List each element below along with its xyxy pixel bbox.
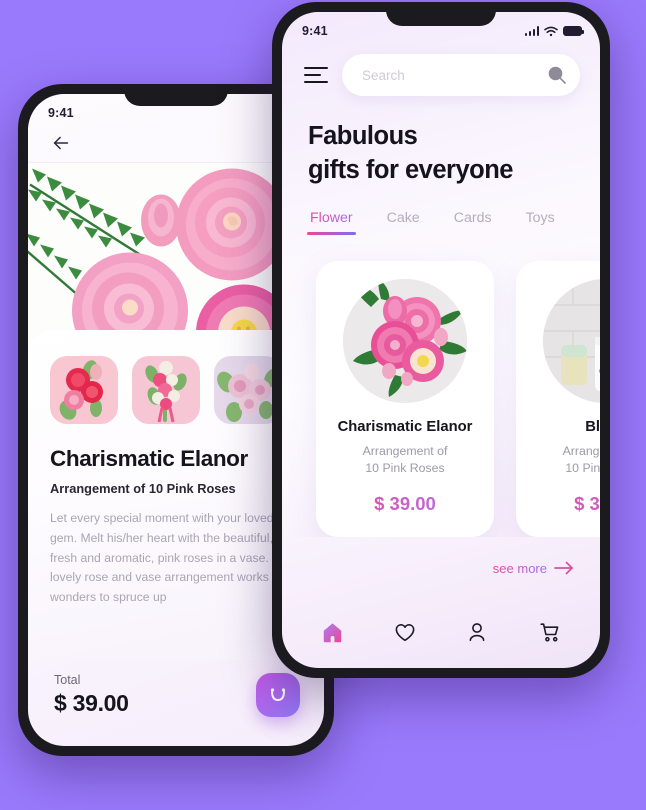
- product-description: Arrangement of 10 Pink Roses: [530, 443, 600, 478]
- home-phone: 9:41 Search Fabulous gifts for everyone …: [272, 2, 610, 678]
- back-arrow-icon[interactable]: [50, 132, 72, 154]
- cart-icon: [540, 623, 559, 642]
- product-image: [343, 278, 467, 403]
- thumbnail-row: [50, 356, 302, 424]
- product-description-line-1: Arrangement of: [562, 443, 600, 458]
- detail-product-description: Let every special moment with your loved…: [50, 511, 298, 605]
- add-to-bag-button[interactable]: [256, 673, 300, 717]
- headline-line-1: Fabulous: [308, 122, 418, 150]
- detail-phone-notch: [124, 84, 228, 106]
- tab-cake[interactable]: Cake: [387, 210, 420, 235]
- search-bar[interactable]: [342, 54, 580, 96]
- product-image: [543, 278, 600, 403]
- product-card[interactable]: Charismatic Elanor Arrangement of 10 Pin…: [316, 260, 494, 537]
- category-tabs: Flower Cake Cards Toys: [282, 188, 600, 235]
- home-icon: [323, 622, 341, 642]
- status-icons: [524, 26, 585, 37]
- see-more-label: see more: [492, 560, 547, 576]
- product-name: Black: [585, 418, 600, 435]
- product-name: Charismatic Elanor: [337, 418, 473, 435]
- see-more-link[interactable]: see more: [282, 537, 600, 576]
- signal-bars-icon: [524, 26, 539, 36]
- heart-icon: [395, 624, 415, 642]
- headline-line-2: gifts for everyone: [308, 155, 513, 184]
- home-top-bar: [282, 44, 600, 96]
- product-price: $ 39.00: [330, 493, 480, 515]
- product-description-line-2: 10 Pink Roses: [365, 461, 445, 476]
- nav-favorites-button[interactable]: [388, 617, 422, 647]
- status-time: 9:41: [302, 24, 328, 38]
- status-time: 9:41: [48, 106, 74, 120]
- product-description-line-2: 10 Pink Roses: [565, 461, 600, 476]
- wifi-icon: [544, 26, 558, 36]
- app-mockup-stage: 9:41 Charismatic Elanor Arrangement of 1…: [0, 0, 646, 810]
- nav-cart-button[interactable]: [533, 617, 567, 647]
- search-input[interactable]: [362, 67, 546, 83]
- tab-flower[interactable]: Flower: [307, 210, 356, 235]
- product-price: $ 39.00: [530, 493, 600, 515]
- person-icon: [469, 623, 485, 641]
- product-card-carousel[interactable]: Charismatic Elanor Arrangement of 10 Pin…: [282, 235, 600, 537]
- detail-product-subtitle: Arrangement of 10 Pink Roses: [50, 481, 236, 496]
- total-value: $ 39.00: [54, 690, 129, 716]
- detail-total-bar: Total $ 39.00: [28, 654, 324, 746]
- nav-profile-button[interactable]: [460, 617, 494, 647]
- product-description-line-1: Arrangement of: [362, 443, 448, 458]
- bottom-navigation: [282, 604, 600, 668]
- arrow-right-icon: [554, 561, 573, 575]
- product-description: Arrangement of 10 Pink Roses: [330, 443, 480, 478]
- battery-icon: [563, 26, 585, 36]
- thumbnail-pink-rose-bouquet[interactable]: [132, 356, 200, 424]
- shopping-bag-icon: [270, 688, 286, 702]
- nav-home-button[interactable]: [315, 617, 349, 647]
- total-block: Total $ 39.00: [54, 673, 129, 717]
- thumbnail-red-carnations[interactable]: [50, 356, 118, 424]
- search-icon[interactable]: [546, 64, 568, 86]
- tab-cards[interactable]: Cards: [454, 210, 492, 235]
- total-label: Total: [54, 673, 81, 687]
- page-title: Fabulous gifts for everyone: [282, 96, 600, 188]
- home-phone-notch: [386, 2, 496, 26]
- home-screen: 9:41 Search Fabulous gifts for everyone …: [282, 12, 600, 668]
- hamburger-menu-icon[interactable]: [304, 66, 328, 84]
- product-card[interactable]: Black Arrangement of 10 Pink Roses $ 39.…: [516, 260, 600, 537]
- detail-product-title: Charismatic Elanor: [50, 446, 248, 471]
- tab-toys[interactable]: Toys: [526, 210, 555, 235]
